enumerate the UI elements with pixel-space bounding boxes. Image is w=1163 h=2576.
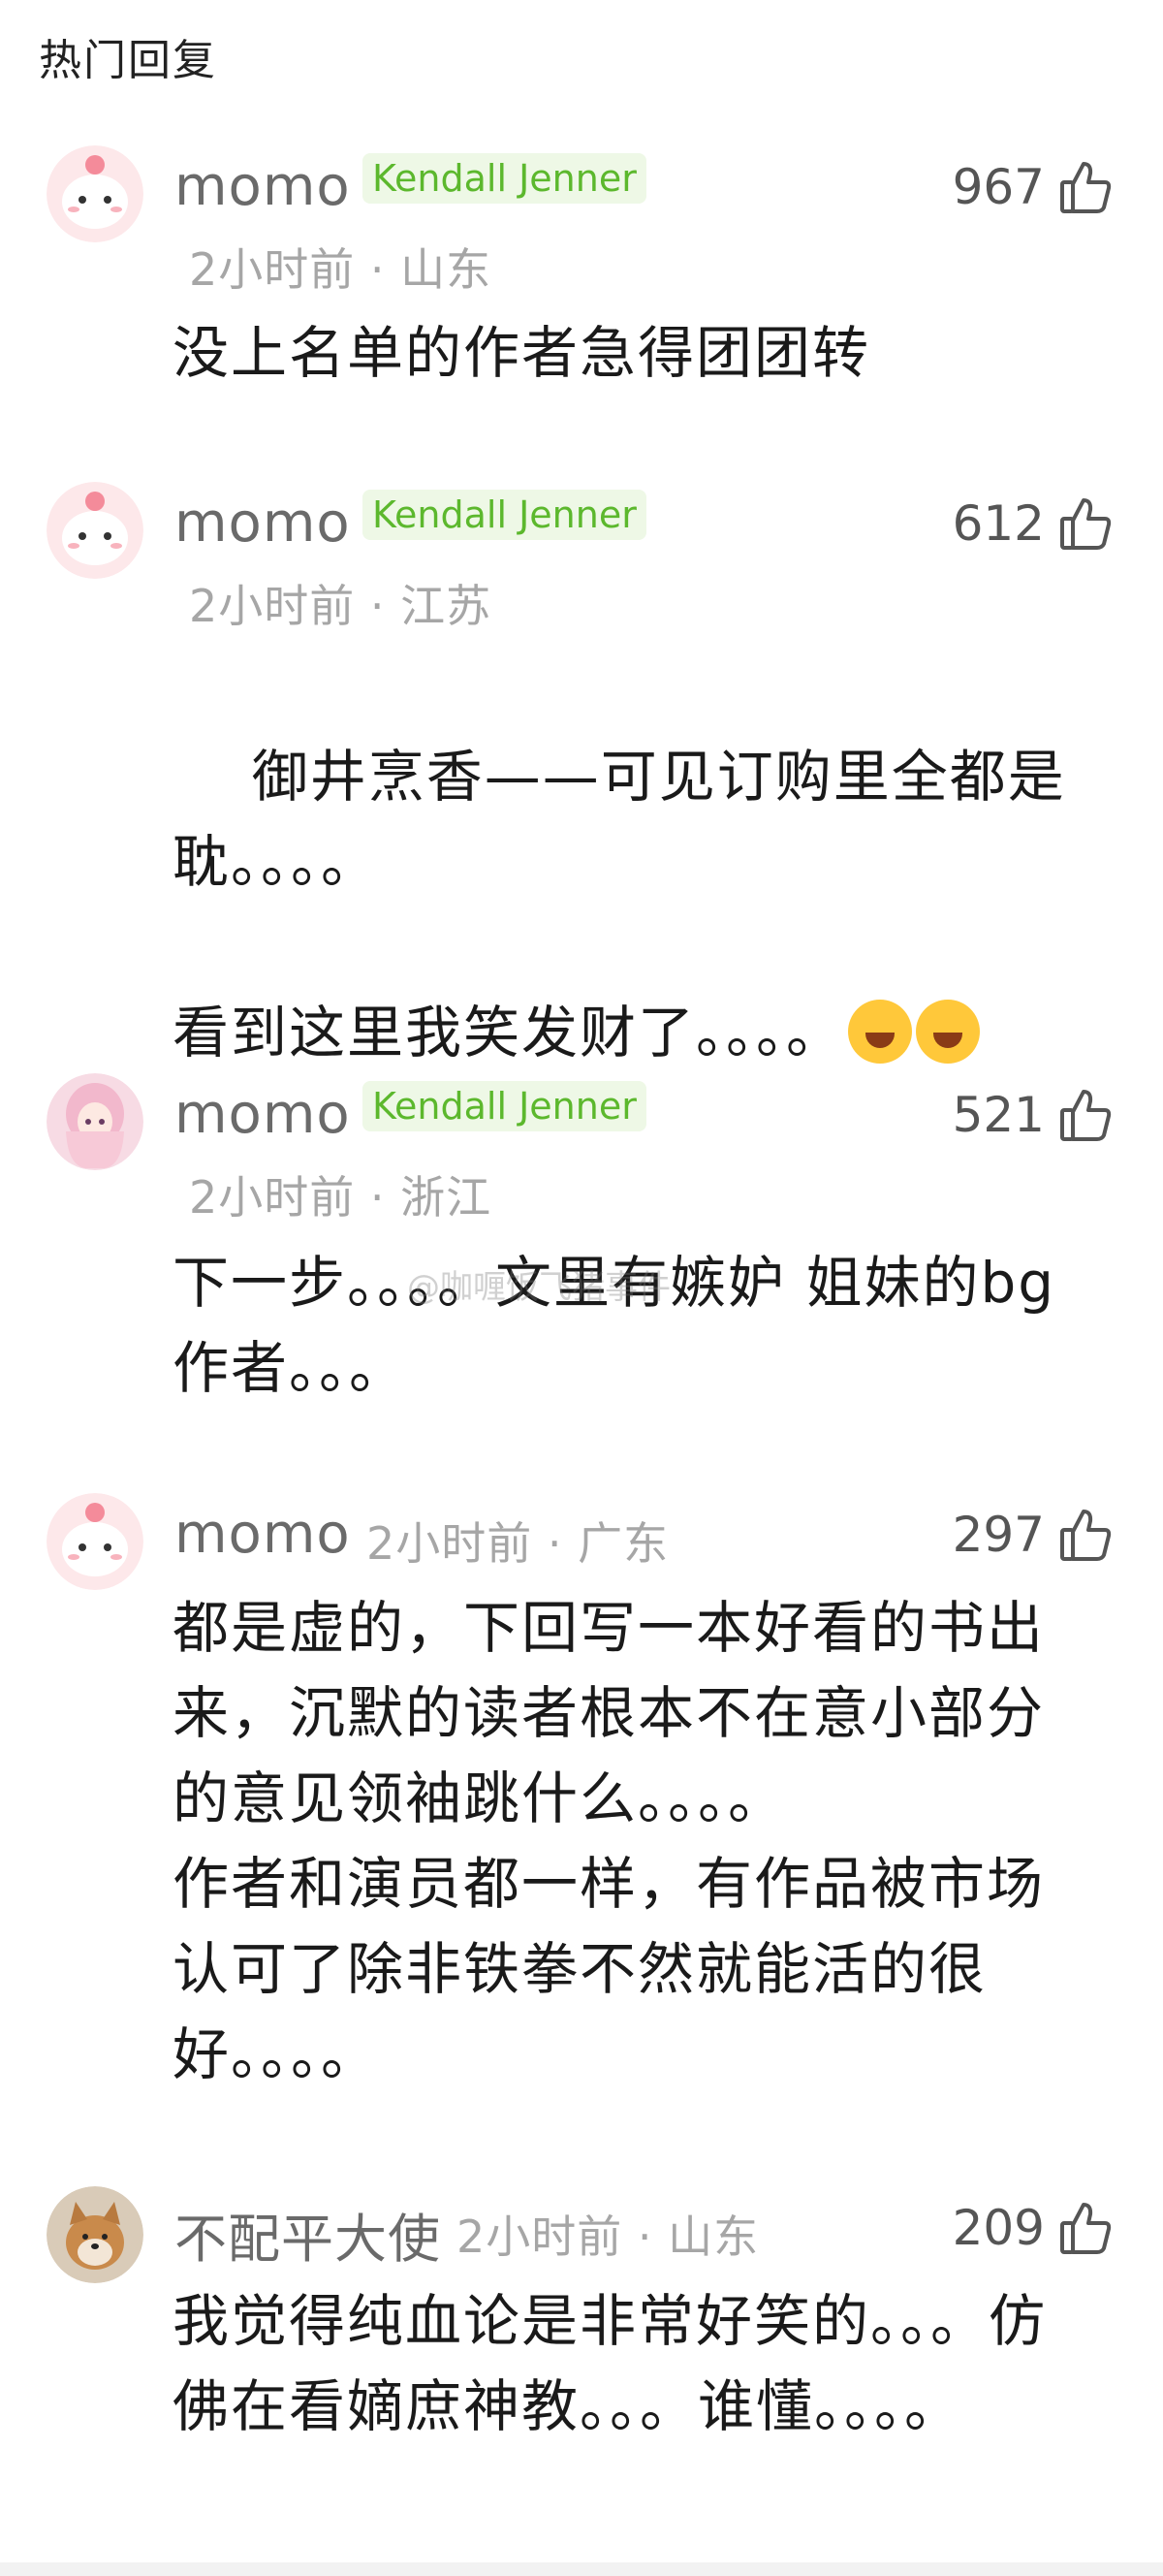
- section-title-hot-replies: 热门回复: [39, 36, 217, 85]
- username[interactable]: momo: [174, 1083, 351, 1146]
- avatar-shiba-dog[interactable]: [47, 2186, 143, 2283]
- comment-location: 广东: [578, 1517, 670, 1570]
- laughing-tears-emoji: [848, 1000, 913, 1064]
- user-badge[interactable]: Kendall Jenner: [362, 153, 646, 204]
- bottom-divider: [0, 2562, 1163, 2576]
- like-button[interactable]: 612: [953, 490, 1113, 557]
- user-badge[interactable]: Kendall Jenner: [362, 490, 646, 540]
- comment-location: 山东: [668, 2210, 760, 2263]
- meta-separator: ·: [369, 580, 386, 632]
- like-button[interactable]: 297: [953, 1501, 1113, 1569]
- meta-separator: ·: [369, 243, 386, 296]
- meta-separator: ·: [547, 1517, 563, 1570]
- comment-location: 浙江: [400, 1171, 492, 1224]
- thumbs-up-icon[interactable]: [1058, 1087, 1113, 1143]
- comment-item: momo Kendall Jenner 2小时前 · 山东 967 没上名单的作…: [0, 145, 1163, 436]
- like-button[interactable]: 967: [953, 153, 1113, 221]
- meta-separator: ·: [637, 2210, 653, 2263]
- comment-meta: 2小时前 · 山东: [456, 2202, 759, 2266]
- username[interactable]: momo: [174, 1503, 351, 1566]
- comment-meta: 2小时前 · 江苏: [189, 571, 491, 635]
- comment-text: 没上名单的作者急得团团转: [173, 320, 871, 386]
- like-button[interactable]: 209: [953, 2194, 1113, 2262]
- comment-meta: 2小时前 · 浙江: [189, 1162, 491, 1226]
- avatar-pink-dino[interactable]: [47, 1493, 143, 1590]
- like-button[interactable]: 521: [953, 1081, 1113, 1149]
- comment-location: 江苏: [400, 580, 492, 632]
- comment-text: 都是虚的，下回写一本好看的书出来，沉默的读者根本不在意小部分的意见领袖跳什么。。…: [173, 1595, 1046, 2087]
- comment-location: 山东: [400, 243, 492, 296]
- comment-time: 2小时前: [456, 2210, 623, 2263]
- comment-item: momo 2小时前 · 广东 297 都是虚的，下回写一本好看的书出来，沉默的读…: [0, 1493, 1163, 2094]
- comment-meta: 2小时前 · 广东: [366, 1509, 669, 1573]
- username[interactable]: momo: [174, 155, 351, 218]
- like-count: 521: [952, 1087, 1045, 1143]
- comment-time: 2小时前: [189, 243, 356, 296]
- username[interactable]: momo: [174, 492, 351, 555]
- like-count: 297: [952, 1507, 1045, 1563]
- thumbs-up-icon[interactable]: [1058, 159, 1113, 215]
- user-badge[interactable]: Kendall Jenner: [362, 1081, 646, 1131]
- comment-time: 2小时前: [366, 1517, 533, 1570]
- rolling-laughing-emoji: [916, 1000, 981, 1064]
- comment-meta: 2小时前 · 山东: [189, 235, 491, 299]
- thumbs-up-icon[interactable]: [1058, 2200, 1113, 2256]
- comment-item: momo Kendall Jenner 2小时前 · 江苏 612 御井烹香——…: [0, 482, 1163, 1065]
- comment-text: 我觉得纯血论是非常好笑的。。。仿佛在看嫡庶神教。。。谁懂。。。。: [173, 2288, 1048, 2439]
- comment-time: 2小时前: [189, 1171, 356, 1224]
- avatar-pink-dino[interactable]: [47, 482, 143, 579]
- like-count: 612: [952, 495, 1045, 552]
- like-count: 967: [952, 159, 1045, 215]
- comment-item: 不配平大使 2小时前 · 山东 209 我觉得纯血论是非常好笑的。。。仿佛在看嫡…: [0, 2186, 1163, 2555]
- comment-time: 2小时前: [189, 580, 356, 632]
- like-count: 209: [952, 2200, 1045, 2256]
- thumbs-up-icon[interactable]: [1058, 1507, 1113, 1563]
- avatar-anime-girl[interactable]: [47, 1073, 143, 1170]
- username[interactable]: 不配平大使: [174, 2196, 441, 2273]
- weibo-watermark: @咖喱饭飞猪事件: [407, 1268, 671, 1307]
- comment-item: momo Kendall Jenner 2小时前 · 浙江 521 下一步。。。…: [0, 1073, 1163, 1432]
- thumbs-up-icon[interactable]: [1058, 495, 1113, 552]
- meta-separator: ·: [369, 1171, 386, 1224]
- avatar-pink-dino[interactable]: [47, 145, 143, 242]
